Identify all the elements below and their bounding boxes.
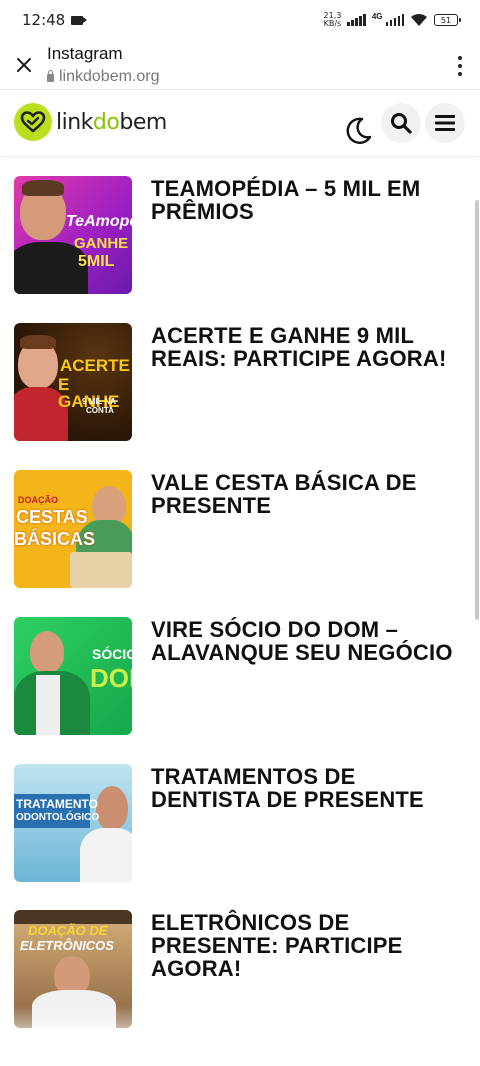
article-thumbnail[interactable]: ACERTE E GANHE 9 MIL NA CONTA [14,323,132,441]
signal-icon-2 [385,14,404,26]
thumbnail-text: 5MIL [78,253,115,270]
menu-button[interactable] [425,103,465,143]
article-title[interactable]: ELETRÔNICOS DE PRESENTE: PARTICIPE AGORA… [151,911,463,980]
thumbnail-text: ODONTOLÓGICO [16,812,100,823]
wifi-icon [411,13,427,26]
article-thumbnail[interactable]: SÓCIO DOM [14,617,132,735]
thumbnail-text: SÓCIO [92,646,132,662]
video-camera-icon [71,15,88,25]
hamburger-menu-icon [435,115,455,131]
article-item[interactable]: DOAÇÃO CESTAS BÁSICAS VALE CESTA BÁSICA … [14,470,464,588]
status-indicators: 21,3 KB/s 4G 51 [324,12,461,28]
thumbnail-text: CONTA [86,406,114,415]
dark-mode-toggle[interactable] [342,115,374,147]
status-time: 12:48 [22,11,66,29]
thumbnail-text: ACERTE [60,356,130,375]
thumbnail-text: DOAÇÃO DE [28,923,108,938]
url-text: linkdobem.org [59,68,160,85]
thumbnail-text: GANHE [74,235,129,252]
battery-icon: 51 [434,14,461,26]
thumbnail-text: ELETRÔNICOS [20,938,114,953]
moon-icon [346,117,372,144]
battery-level: 51 [440,15,452,25]
bottom-fade [0,1006,480,1066]
article-title[interactable]: ACERTE E GANHE 9 MIL REAIS: PARTICIPE AG… [151,324,463,370]
site-logo[interactable]: linkdobem [14,103,167,141]
thumbnail-text: BÁSICAS [14,529,96,549]
close-button[interactable] [12,53,36,77]
article-item[interactable]: SÓCIO DOM VIRE SÓCIO DO DOM – ALAVANQUE … [14,617,464,735]
network-speed-unit: KB/s [323,19,342,28]
thumbnail-text: CESTAS [16,507,88,527]
thumbnail-text: TRATAMENTO [16,797,98,811]
shirt-pattern [36,675,60,735]
browser-url[interactable]: linkdobem.org [47,68,160,86]
status-bar: 12:48 21,3 KB/s 4G 51 [0,0,480,40]
browser-title: Instagram [47,44,123,63]
search-icon [391,113,412,134]
article-item[interactable]: TRATAMENTO ODONTOLÓGICO TRATAMENTOS DE D… [14,764,464,882]
more-options-button[interactable] [456,56,464,76]
search-button[interactable] [381,103,421,143]
close-icon [17,58,31,72]
logo-text: linkdobem [56,109,167,135]
network-type: 4G [371,12,383,21]
thumbnail-text: 9 MIL NA [82,397,117,406]
thumbnail-text: DOM [90,663,132,693]
heart-logo-icon [14,103,52,141]
article-title[interactable]: TRATAMENTOS DE DENTISTA DE PRESENTE [151,765,463,811]
basket-icon [70,552,132,588]
site-header: linkdobem [0,91,480,157]
article-title[interactable]: TEAMOPÉDIA – 5 MIL EM PRÊMIOS [151,177,463,223]
article-item[interactable]: TeAmopéd GANHE 5MIL TEAMOPÉDIA – 5 MIL E… [14,176,464,294]
store-shelf [14,910,132,924]
article-item[interactable]: ACERTE E GANHE 9 MIL NA CONTA ACERTE E G… [14,323,464,441]
page-scrollbar[interactable] [475,200,479,620]
thumbnail-text: TeAmopéd [66,213,132,230]
lock-icon [47,70,54,82]
article-thumbnail[interactable]: DOAÇÃO CESTAS BÁSICAS [14,470,132,588]
article-title[interactable]: VIRE SÓCIO DO DOM – ALAVANQUE SEU NEGÓCI… [151,618,463,664]
article-thumbnail[interactable]: TeAmopéd GANHE 5MIL [14,176,132,294]
article-thumbnail[interactable]: TRATAMENTO ODONTOLÓGICO [14,764,132,882]
network-speed: 21,3 KB/s [324,12,342,28]
thumbnail-text: DOAÇÃO [18,495,58,505]
article-title[interactable]: VALE CESTA BÁSICA DE PRESENTE [151,471,463,517]
signal-icon [347,14,366,26]
browser-toolbar: Instagram linkdobem.org [0,40,480,90]
